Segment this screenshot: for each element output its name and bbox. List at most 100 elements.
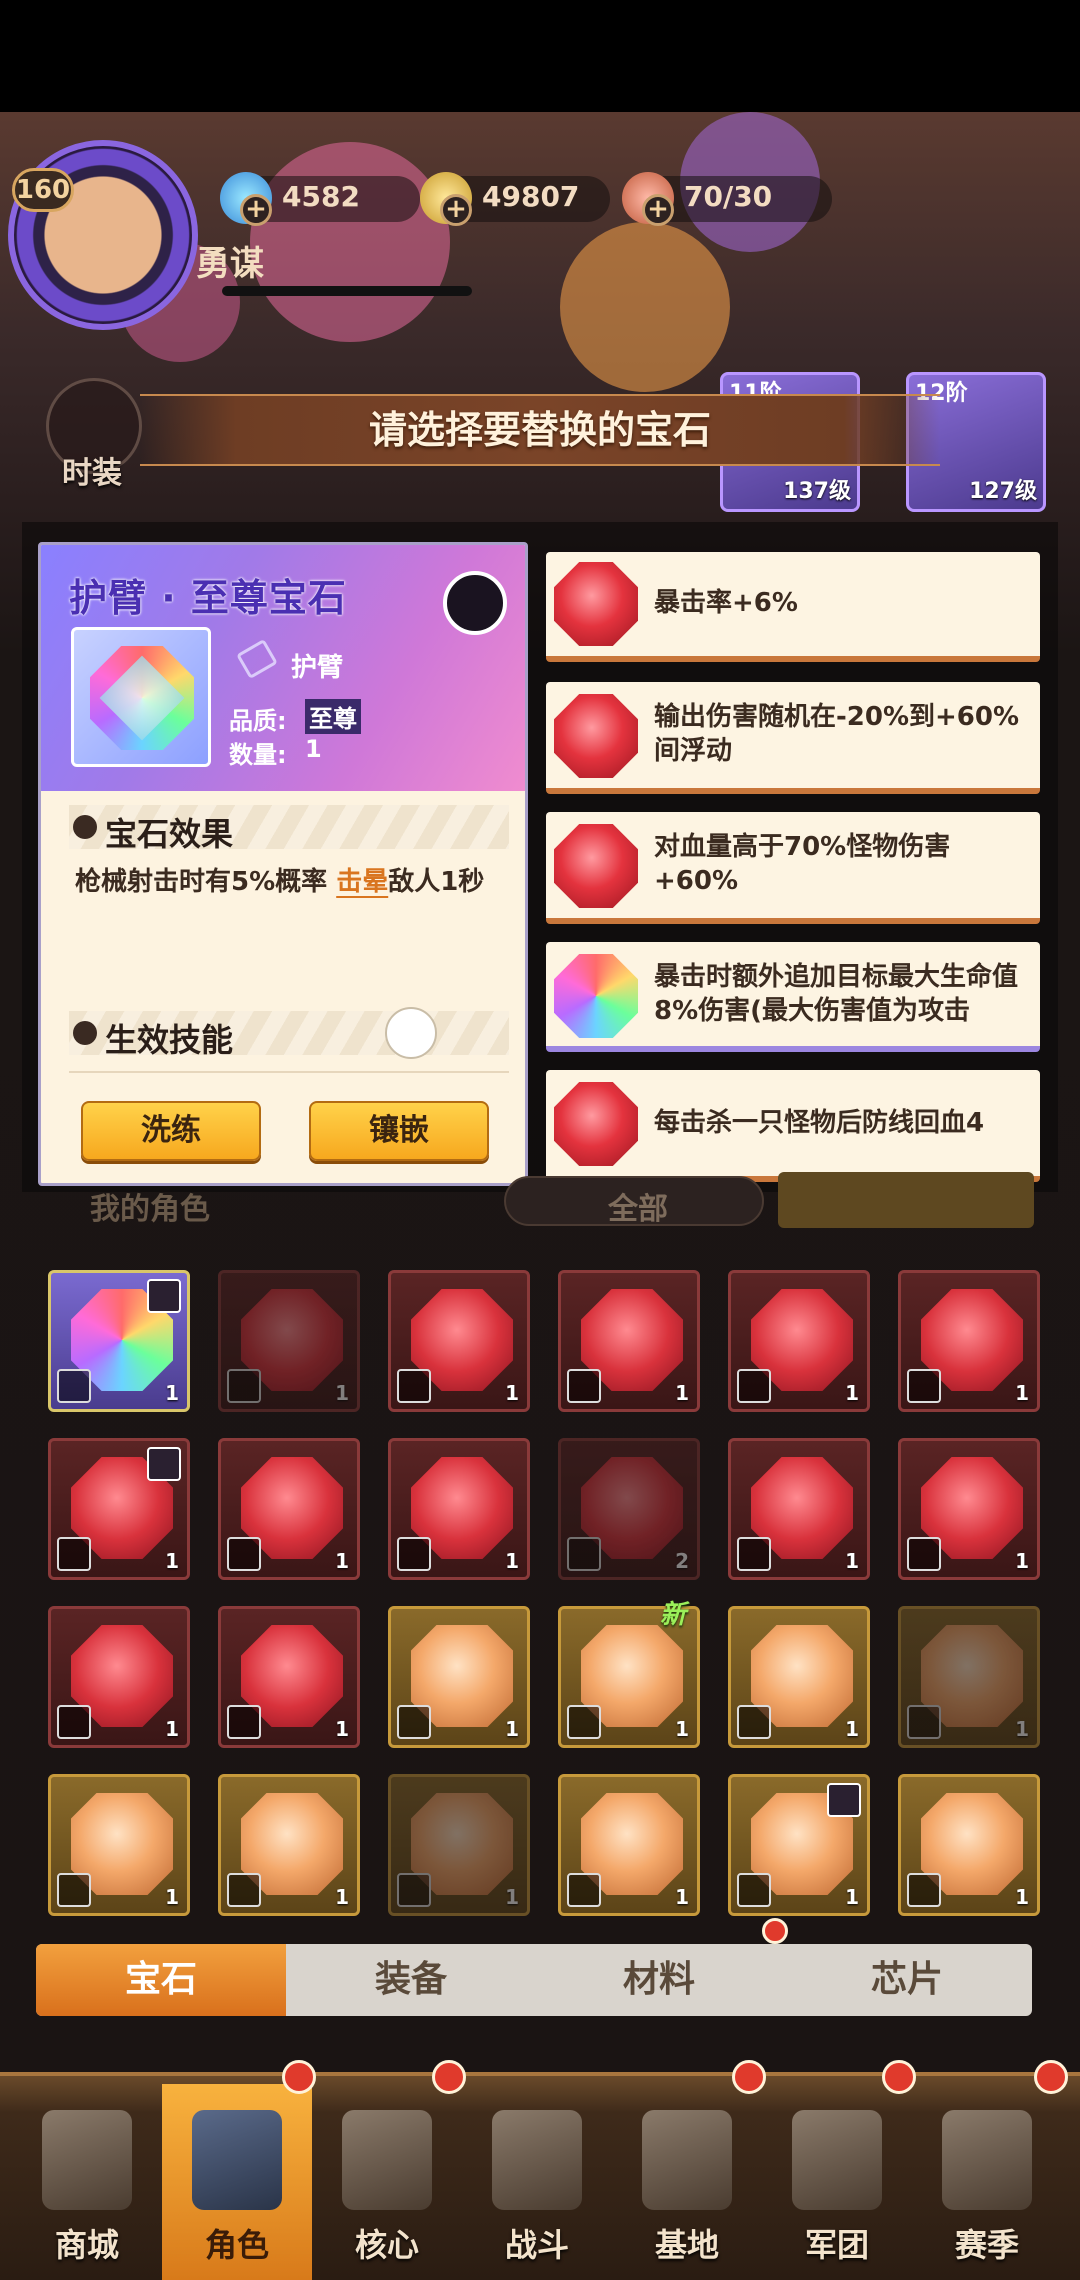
attribute-option[interactable]: 暴击率+6% <box>546 552 1040 662</box>
attribute-option[interactable]: 暴击时额外追加目标最大生命值8%伤害(最大伤害值为攻击 <box>546 942 1040 1052</box>
nav-character[interactable]: 角色 <box>162 2084 312 2280</box>
plus-icon[interactable]: + <box>642 194 674 226</box>
filter-button[interactable] <box>778 1172 1034 1228</box>
helmet-icon <box>397 1369 431 1403</box>
gem-slot-cell[interactable]: 1 <box>388 1606 530 1748</box>
gem-slot-cell[interactable]: 1 <box>388 1438 530 1580</box>
glove-icon <box>57 1705 91 1739</box>
rainbow-gem-icon <box>554 954 638 1038</box>
divider <box>69 1071 509 1073</box>
gem-slot-cell[interactable]: 1 <box>728 1270 870 1412</box>
gem-slot-cell[interactable]: 1 <box>898 1606 1040 1748</box>
gem-slot-cell[interactable]: 1 <box>728 1774 870 1916</box>
notification-dot <box>1034 2060 1068 2094</box>
red-gem-icon <box>554 562 638 646</box>
lock-icon <box>147 1279 181 1313</box>
nav-legion[interactable]: 军团 <box>762 2084 912 2280</box>
page-title: 请选择要替换的宝石 <box>368 408 711 452</box>
gem-slot-cell[interactable]: 1 <box>218 1774 360 1916</box>
tab-gems[interactable]: 宝石 <box>36 1944 286 2016</box>
glove-icon <box>907 1537 941 1571</box>
attribute-text: 暴击时额外追加目标最大生命值8%伤害(最大伤害值为攻击 <box>654 962 1019 1026</box>
lock-icon <box>147 1447 181 1481</box>
filter-my-character[interactable]: 我的角色 <box>90 1184 210 1228</box>
glove-icon <box>737 1537 771 1571</box>
gem-slot-cell[interactable]: 1 <box>558 1270 700 1412</box>
helmet-icon <box>397 1705 431 1739</box>
plus-icon[interactable]: + <box>440 194 472 226</box>
rifle-icon[interactable] <box>385 1007 437 1059</box>
refine-button[interactable]: 洗练 <box>81 1101 261 1161</box>
nav-label: 核心 <box>354 2226 419 2264</box>
inlay-button[interactable]: 镶嵌 <box>309 1101 489 1161</box>
nav-base[interactable]: 基地 <box>612 2084 762 2280</box>
gem-slot-cell[interactable]: 1 <box>218 1606 360 1748</box>
gem-count: 1 <box>335 1885 349 1909</box>
red-gem-icon <box>554 1082 638 1166</box>
gem-count: 1 <box>505 1717 519 1741</box>
gem-portrait <box>71 627 211 767</box>
attribute-option[interactable]: 输出伤害随机在-20%到+60%间浮动 <box>546 682 1040 794</box>
attribute-option[interactable]: 对血量高于70%怪物伤害+60% <box>546 812 1040 924</box>
tab-materials[interactable]: 材料 <box>534 1944 784 2016</box>
mini-card-level: 137级 <box>783 479 851 504</box>
nav-core[interactable]: 核心 <box>312 2084 462 2280</box>
gem-count: 1 <box>1015 1381 1029 1405</box>
gem-count: 1 <box>165 1885 179 1909</box>
gem-slot-cell[interactable]: 1 <box>728 1606 870 1748</box>
resource-coins[interactable]: + 49807 <box>420 172 610 226</box>
boots-icon <box>227 1537 261 1571</box>
filter-dropdown-label: 全部 <box>608 1192 668 1227</box>
gem-slot: 护臂 <box>291 653 344 683</box>
arm-guard-icon <box>567 1873 601 1907</box>
armor-icon <box>907 1369 941 1403</box>
nav-label: 商城 <box>54 2226 119 2264</box>
gem-slot-cell[interactable]: 1 <box>388 1774 530 1916</box>
resource-stamina[interactable]: + 70/30 <box>622 172 832 226</box>
pants-icon <box>567 1537 601 1571</box>
title-banner: 请选择要替换的宝石 <box>140 394 940 466</box>
pants-icon <box>737 1873 771 1907</box>
costume-label: 时装 <box>62 456 122 491</box>
resource-gems[interactable]: + 4582 <box>220 172 420 226</box>
gem-slot-cell[interactable]: 1 <box>218 1438 360 1580</box>
gem-slot-cell[interactable]: 1 <box>558 1774 700 1916</box>
lock-icon <box>827 1783 861 1817</box>
gem-slot-cell[interactable]: 1 <box>48 1270 190 1412</box>
attribute-option[interactable]: 每击杀一只怪物后防线回血4 <box>546 1070 1040 1182</box>
bullet-icon <box>73 1021 97 1045</box>
tab-chips[interactable]: 芯片 <box>782 1944 1032 2016</box>
gem-slot-cell[interactable]: 1 <box>388 1270 530 1412</box>
gem-slot-cell[interactable]: 1 <box>898 1270 1040 1412</box>
resource-value: 70/30 <box>684 180 773 213</box>
gem-count: 1 <box>675 1381 689 1405</box>
mini-card-level: 127级 <box>969 479 1037 504</box>
lock-icon[interactable] <box>443 571 507 635</box>
gem-count: 1 <box>165 1381 179 1405</box>
gem-count: 1 <box>845 1885 859 1909</box>
nav-battle[interactable]: 战斗 <box>462 2084 612 2280</box>
nav-shop[interactable]: 商城 <box>12 2084 162 2280</box>
notification-dot <box>282 2060 316 2094</box>
gem-slot-cell[interactable]: 1 <box>218 1270 360 1412</box>
gem-count: 2 <box>675 1549 689 1573</box>
exp-bar <box>222 286 472 296</box>
helmet-icon <box>227 1369 261 1403</box>
gem-count: 1 <box>675 1885 689 1909</box>
gem-slot-cell[interactable]: 1 <box>898 1438 1040 1580</box>
arm-guard-icon <box>57 1873 91 1907</box>
nav-season[interactable]: 赛季 <box>912 2084 1062 2280</box>
effect-keyword-link[interactable]: 击晕 <box>336 867 388 897</box>
gem-slot-cell[interactable]: 1 <box>48 1606 190 1748</box>
gem-slot-cell[interactable]: 1 <box>48 1438 190 1580</box>
glove-icon <box>907 1873 941 1907</box>
gem-slot-cell[interactable]: 1 <box>48 1774 190 1916</box>
tab-equipment[interactable]: 装备 <box>286 1944 536 2016</box>
plus-icon[interactable]: + <box>240 194 272 226</box>
gem-slot-cell[interactable]: 1 <box>898 1774 1040 1916</box>
nav-label: 军团 <box>804 2226 869 2264</box>
gem-slot-cell[interactable]: 1 <box>728 1438 870 1580</box>
gem-slot-cell[interactable]: 2 <box>558 1438 700 1580</box>
gem-count: 1 <box>505 1549 519 1573</box>
effect-text-part: 敌人1秒 <box>388 867 485 897</box>
